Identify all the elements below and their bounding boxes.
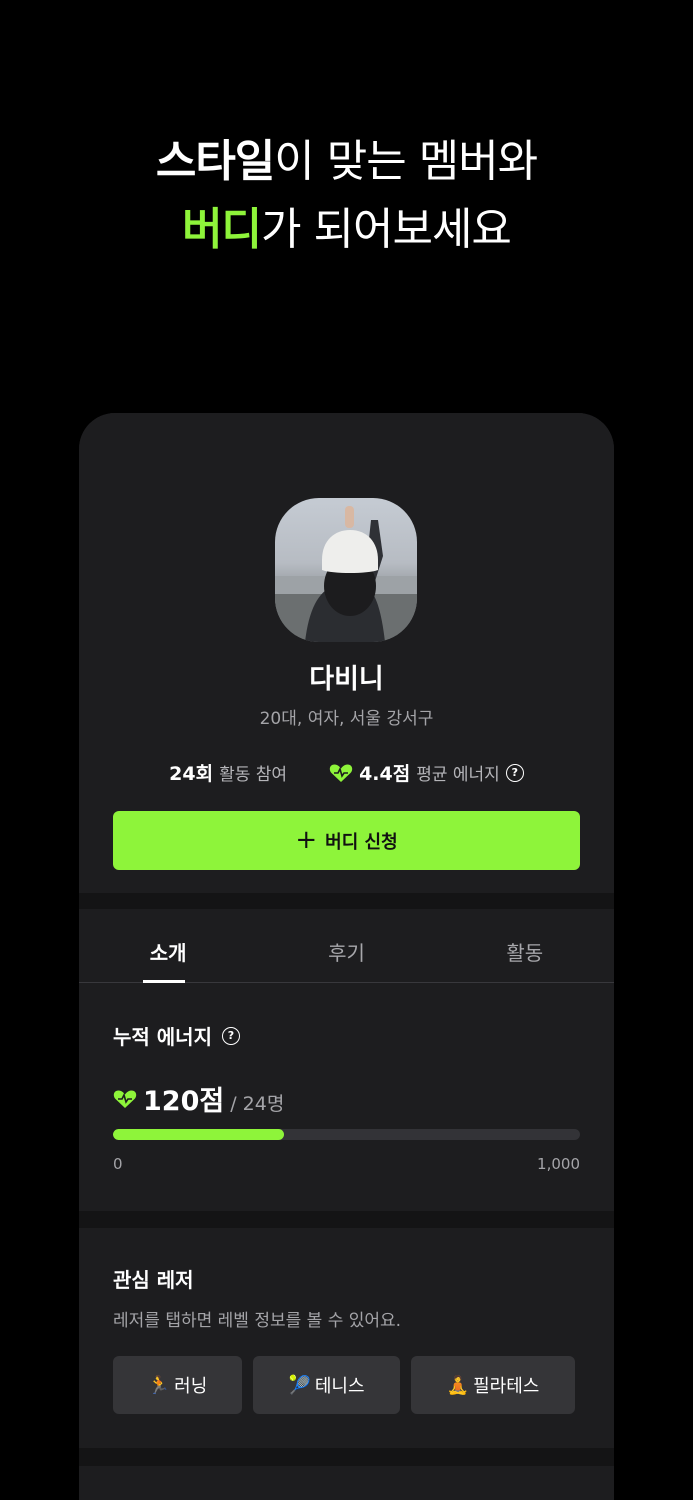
progress-max-label: 1,000: [537, 1155, 580, 1173]
tab-reviews[interactable]: 후기: [257, 909, 435, 982]
profile-section: 다비니 20대, 여자, 서울 강서구 24회 활동 참여 4.4점 평균 에너…: [79, 413, 614, 893]
question-circle-icon[interactable]: ?: [221, 1026, 240, 1045]
energy-title-row: 누적 에너지 ?: [113, 1021, 240, 1050]
energy-title: 누적 에너지: [113, 1025, 212, 1049]
leisure-title: 관심 레저: [113, 1268, 194, 1292]
question-circle-icon[interactable]: ?: [505, 763, 524, 782]
chip-label: 필라테스: [473, 1376, 540, 1397]
headline-line-2: 버디가 되어보세요: [182, 204, 512, 255]
interest-leisure-section: 관심 레저 레저를 탭하면 레벨 정보를 볼 수 있어요. 🏃 러닝 🎾 테니스…: [79, 1228, 614, 1448]
energy-score: 120점: [143, 1086, 225, 1117]
avatar-photo: [275, 506, 417, 642]
green-heart-icon: [329, 764, 353, 782]
leisure-chip-tennis[interactable]: 🎾 테니스: [253, 1356, 400, 1414]
leisure-chip-running[interactable]: 🏃 러닝: [113, 1356, 242, 1414]
tab-activity[interactable]: 활동: [436, 909, 614, 982]
running-icon: 🏃: [147, 1374, 171, 1396]
chip-label: 테니스: [314, 1376, 365, 1397]
buddy-request-label: 버디 신청: [325, 831, 398, 853]
energy-average: 4.4점: [359, 763, 411, 785]
leisure-subtitle: 레저를 탭하면 레벨 정보를 볼 수 있어요.: [113, 1311, 402, 1331]
activity-label: 활동 참여: [219, 765, 288, 785]
energy-members: / 24명: [230, 1093, 285, 1115]
avatar: [275, 498, 417, 642]
section-divider: [79, 893, 614, 909]
section-divider: [79, 1448, 614, 1466]
tennis-ball-icon: 🎾: [288, 1374, 311, 1396]
profile-card: 다비니 20대, 여자, 서울 강서구 24회 활동 참여 4.4점 평균 에너…: [79, 413, 614, 1500]
profile-stats: 24회 활동 참여 4.4점 평균 에너지 ?: [79, 759, 614, 786]
leisure-chips: 🏃 러닝 🎾 테니스 🧘 필라테스: [113, 1356, 575, 1414]
pilates-icon: 🧘: [446, 1374, 470, 1396]
energy-score-row: 120점 / 24명: [113, 1079, 284, 1118]
chip-label: 러닝: [174, 1376, 208, 1397]
progress-min-label: 0: [113, 1155, 123, 1173]
tab-intro[interactable]: 소개: [79, 909, 257, 983]
accumulated-energy-section: 누적 에너지 ? 120점 / 24명 0 1,000: [79, 983, 614, 1211]
green-heart-icon: [113, 1090, 137, 1108]
profile-meta: 20대, 여자, 서울 강서구: [259, 709, 434, 729]
energy-progress-fill: [113, 1129, 285, 1140]
energy-average-label: 평균 에너지: [416, 765, 500, 785]
section-divider: [79, 1211, 614, 1228]
energy-progress-bar: [113, 1129, 580, 1140]
profile-name: 다비니: [309, 664, 384, 695]
buddy-request-button[interactable]: + 버디 신청: [113, 811, 580, 870]
leisure-chip-pilates[interactable]: 🧘 필라테스: [411, 1356, 575, 1414]
profile-tabs: 소개 후기 활동: [79, 909, 614, 983]
headline: 스타일이 맞는 멤버와 버디가 되어보세요: [0, 128, 693, 264]
plus-icon: +: [295, 824, 318, 855]
headline-line-1: 스타일이 맞는 멤버와: [155, 136, 538, 187]
activity-count: 24회: [169, 763, 214, 785]
